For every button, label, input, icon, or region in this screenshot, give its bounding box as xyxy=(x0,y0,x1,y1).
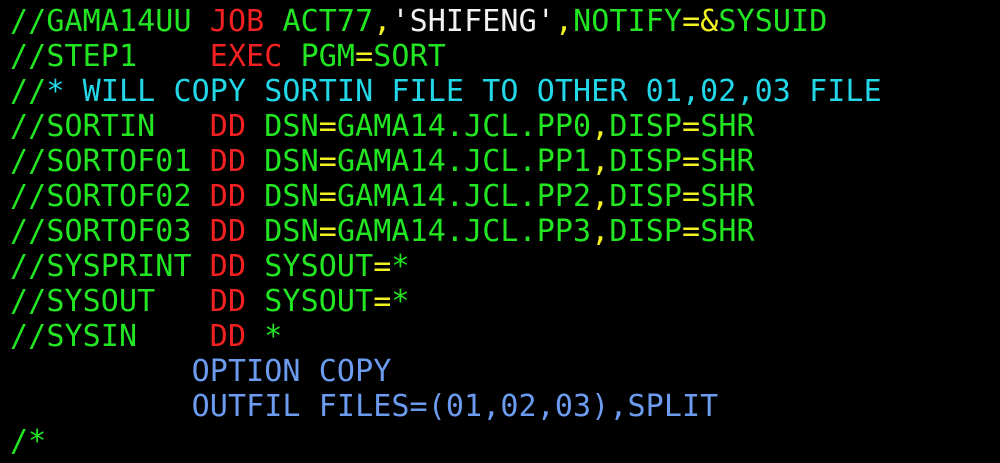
code-token: SHR xyxy=(700,144,755,179)
code-token: GAMA14.JCL.PP1 xyxy=(336,144,592,179)
code-token: * xyxy=(246,319,283,354)
code-token: SHR xyxy=(700,214,755,249)
code-token: DD xyxy=(209,319,247,354)
code-token: = xyxy=(318,214,337,249)
code-token: = xyxy=(373,284,392,319)
code-token: DSN xyxy=(246,109,319,144)
code-token: SHR xyxy=(700,109,755,144)
code-token: = xyxy=(318,109,337,144)
jcl-dd-sortof02: //SORTOF02 DD DSN=GAMA14.JCL.PP2,DISP=SH… xyxy=(10,179,755,214)
code-token: DSN xyxy=(246,214,319,249)
jcl-dd-sysout: //SYSOUT DD SYSOUT=* xyxy=(10,284,410,319)
code-token: //SYSPRINT xyxy=(10,249,210,284)
code-token: * xyxy=(391,249,410,284)
code-token: = xyxy=(682,144,701,179)
jcl-dd-sysin: //SYSIN DD * xyxy=(10,319,282,354)
code-token: DISP xyxy=(609,179,683,214)
code-token: DD xyxy=(209,249,247,284)
code-token: DSN xyxy=(246,179,319,214)
code-token: DISP xyxy=(609,109,683,144)
code-token: , xyxy=(591,144,610,179)
code-token: / xyxy=(10,424,29,459)
jcl-instream-end: /* xyxy=(10,424,46,459)
code-token: * xyxy=(28,424,47,459)
code-token: = xyxy=(682,179,701,214)
jcl-dd-sortof01: //SORTOF01 DD DSN=GAMA14.JCL.PP1,DISP=SH… xyxy=(10,144,755,179)
code-token: DISP xyxy=(609,144,683,179)
jcl-dd-sysprint: //SYSPRINT DD SYSOUT=* xyxy=(10,249,410,284)
code-token: = xyxy=(318,144,337,179)
code-token: //SORTIN xyxy=(10,109,210,144)
code-token: GAMA14.JCL.PP2 xyxy=(336,179,592,214)
sort-option-copy: OPTION COPY xyxy=(10,354,392,389)
sort-outfil-split: OUTFIL FILES=(01,02,03),SPLIT xyxy=(10,389,719,424)
code-token: DISP xyxy=(609,214,683,249)
code-token: //SYSIN xyxy=(10,319,210,354)
jcl-job-card: //GAMA14UU JOB ACT77,'SHIFENG',NOTIFY=&S… xyxy=(10,4,827,39)
code-token: , xyxy=(373,4,392,39)
code-token: = xyxy=(682,214,701,249)
code-token: SORT xyxy=(373,39,446,74)
code-token: * WILL COPY SORTIN FILE TO OTHER 01,02,0… xyxy=(46,74,882,109)
jcl-dd-sortof03: //SORTOF03 DD DSN=GAMA14.JCL.PP3,DISP=SH… xyxy=(10,214,755,249)
code-token: 'SHIFENG' xyxy=(391,4,555,39)
code-token: , xyxy=(591,109,610,144)
code-token: SYSOUT xyxy=(246,249,374,284)
code-token: DD xyxy=(209,179,247,214)
code-token: OPTION COPY xyxy=(10,354,392,389)
code-token: GAMA14.JCL.PP0 xyxy=(336,109,592,144)
code-token: , xyxy=(591,179,610,214)
code-token: DSN xyxy=(246,144,319,179)
code-token: SYSOUT xyxy=(246,284,374,319)
code-token: ACT77 xyxy=(264,4,374,39)
code-token: GAMA14.JCL.PP3 xyxy=(336,214,592,249)
code-token: , xyxy=(554,4,574,39)
jcl-exec-step: //STEP1 EXEC PGM=SORT xyxy=(10,39,446,74)
code-token: , xyxy=(591,214,610,249)
terminal-screen[interactable]: //GAMA14UU JOB ACT77,'SHIFENG',NOTIFY=&S… xyxy=(0,0,1000,463)
code-token: SYSUID xyxy=(718,4,828,39)
code-token: OUTFIL FILES=(01,02,03),SPLIT xyxy=(10,389,719,424)
code-token: = xyxy=(373,249,392,284)
code-token: //SORTOF03 xyxy=(10,214,210,249)
code-token: SHR xyxy=(700,179,755,214)
code-token: DD xyxy=(209,284,247,319)
code-token: //SORTOF02 xyxy=(10,179,210,214)
code-token: DD xyxy=(209,144,247,179)
code-token: =& xyxy=(682,4,719,39)
code-token: //SORTOF01 xyxy=(10,144,210,179)
code-token: = xyxy=(355,39,374,74)
code-token: //GAMA14UU xyxy=(10,4,210,39)
code-token: //SYSOUT xyxy=(10,284,210,319)
code-token: DD xyxy=(209,214,247,249)
code-token: //STEP1 xyxy=(10,39,210,74)
code-token: EXEC xyxy=(209,39,283,74)
code-token: = xyxy=(318,179,337,214)
code-token: = xyxy=(682,109,701,144)
jcl-dd-sortin: //SORTIN DD DSN=GAMA14.JCL.PP0,DISP=SHR xyxy=(10,109,755,144)
code-token: NOTIFY xyxy=(573,4,683,39)
code-token: DD xyxy=(209,109,247,144)
code-token: * xyxy=(391,284,410,319)
jcl-comment: //* WILL COPY SORTIN FILE TO OTHER 01,02… xyxy=(10,74,882,109)
code-token: PGM xyxy=(282,39,356,74)
code-token: // xyxy=(10,74,47,109)
code-token: JOB xyxy=(209,4,265,39)
